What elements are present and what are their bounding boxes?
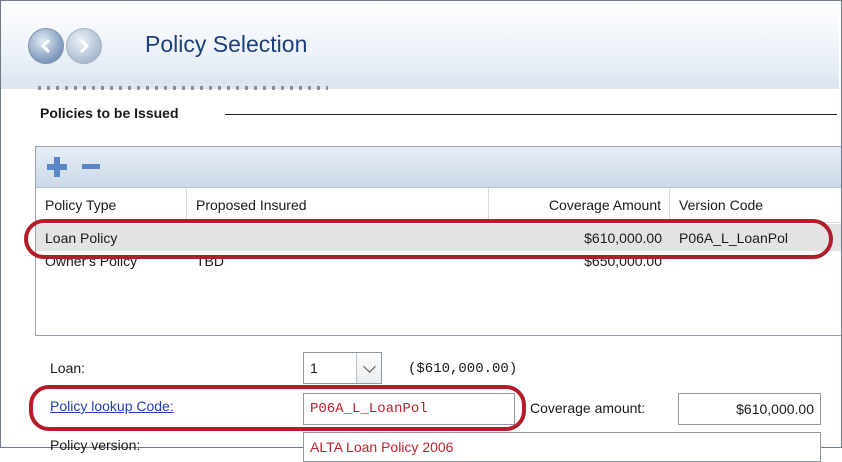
policy-version-label: Policy version: — [50, 437, 141, 453]
section-divider — [225, 114, 837, 115]
selected-row-highlight — [24, 219, 833, 259]
policy-version-value: ALTA Loan Policy 2006 — [310, 439, 454, 455]
loan-select[interactable]: 1 — [303, 352, 382, 384]
back-icon — [40, 38, 51, 54]
add-policy-button[interactable] — [46, 156, 68, 178]
back-button[interactable] — [28, 28, 64, 64]
page-title: Policy Selection — [145, 31, 308, 57]
loan-dropdown-button[interactable] — [356, 353, 381, 383]
chevron-down-icon — [362, 359, 376, 373]
forward-icon — [79, 38, 90, 54]
column-header-policy-type[interactable]: Policy Type — [36, 188, 187, 222]
add-icon — [46, 156, 68, 178]
remove-icon — [81, 156, 103, 178]
column-header-proposed-insured[interactable]: Proposed Insured — [187, 188, 489, 222]
cut-off-content — [38, 86, 328, 90]
loan-label: Loan: — [50, 360, 86, 376]
column-header-version-code[interactable]: Version Code — [670, 188, 841, 222]
grid-header: Policy Type Proposed Insured Coverage Am… — [36, 188, 841, 223]
loan-select-value: 1 — [310, 360, 318, 376]
coverage-amount-field[interactable]: $610,000.00 — [678, 393, 821, 425]
loan-amount: ($610,000.00) — [408, 361, 518, 377]
header-bar: Policy Selection — [1, 1, 839, 89]
section-title: Policies to be Issued — [40, 105, 179, 121]
coverage-amount-label: Coverage amount: — [530, 400, 646, 416]
lookup-code-highlight — [29, 385, 526, 431]
grid-toolbar — [36, 147, 841, 188]
forward-button[interactable] — [66, 28, 102, 64]
policy-version-select[interactable]: ALTA Loan Policy 2006 — [303, 432, 821, 462]
column-header-coverage-amount[interactable]: Coverage Amount — [489, 188, 670, 222]
remove-policy-button[interactable] — [81, 156, 103, 178]
